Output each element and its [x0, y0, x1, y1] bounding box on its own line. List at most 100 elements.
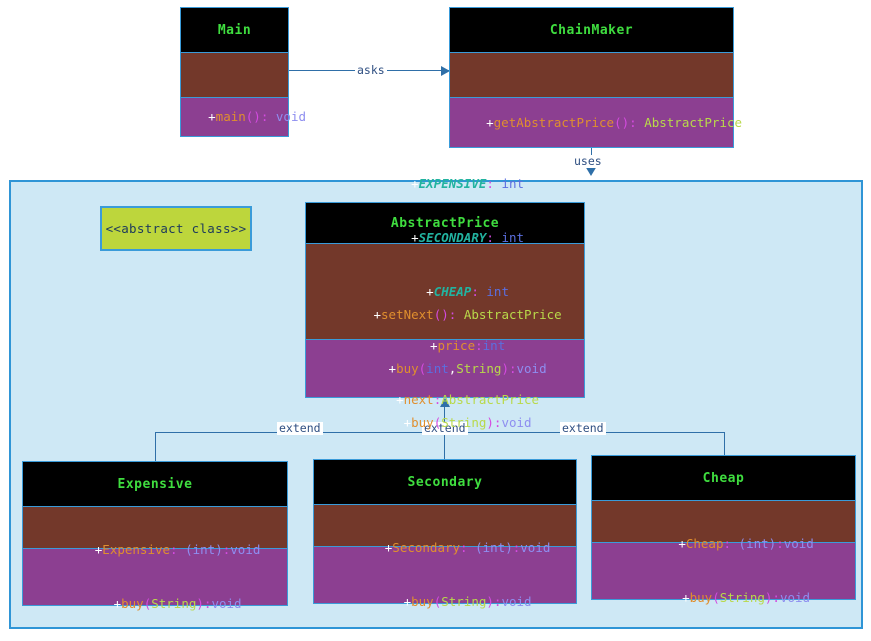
class-title-cheap: Cheap — [592, 456, 855, 501]
attribute-type: int — [501, 229, 525, 245]
attribute-name: EXPENSIVE — [418, 175, 487, 191]
operation-name: Cheap — [685, 536, 724, 551]
operation-name: buy — [411, 414, 434, 430]
class-name-chainmaker: ChainMaker — [549, 22, 634, 38]
param-type-string: String — [441, 414, 487, 430]
operation-return-type: void — [783, 536, 814, 551]
operation-row: +Cheap: (int):void — [633, 517, 814, 571]
operation-separator: : — [170, 542, 186, 557]
operation-name: main — [215, 109, 246, 124]
class-box-cheap[interactable]: Cheap +Cheap: (int):void +buy(String):vo… — [591, 455, 856, 605]
operation-separator: : — [460, 540, 476, 555]
params-close: ) — [486, 594, 494, 609]
operation-name: buy — [121, 596, 144, 611]
class-title-main: Main — [181, 8, 288, 53]
visibility-marker: + — [682, 590, 690, 605]
operation-separator: : — [448, 306, 464, 322]
class-box-expensive[interactable]: Expensive +Expensive: (int):void +buy(St… — [22, 461, 288, 611]
operation-name: Expensive — [102, 542, 171, 557]
visibility-marker: + — [388, 360, 397, 376]
class-box-main[interactable]: Main +main(): void — [180, 7, 306, 137]
params-close: ) — [486, 414, 494, 430]
operation-separator: : — [508, 360, 517, 376]
class-title-secondary: Secondary — [314, 460, 576, 505]
param-type-string: String — [456, 360, 502, 376]
operation-separator: : — [772, 590, 780, 605]
param-type-string: String — [719, 590, 765, 605]
operation-row: +getAbstractPrice(): AbstractPrice — [441, 96, 742, 150]
operation-row: +buy(String):void — [358, 396, 532, 450]
operation-params: (int) — [185, 542, 223, 557]
connector-extend-left-label: extend — [277, 421, 323, 435]
operation-params: (int) — [738, 536, 777, 551]
operation-return-type: void — [520, 540, 551, 555]
params-open: ( — [712, 590, 720, 605]
visibility-marker: + — [113, 596, 122, 611]
operation-name: buy — [411, 594, 434, 609]
operation-return-type: void — [275, 109, 307, 124]
visibility-marker: + — [486, 114, 494, 130]
attribute-name: SECONDARY — [418, 229, 487, 245]
visibility-marker: + — [403, 414, 412, 430]
operation-name: buy — [689, 590, 713, 605]
connector-extend-right-drop — [724, 432, 725, 457]
params-close: ) — [196, 596, 204, 611]
operation-row: +buy(String):void — [637, 571, 810, 625]
abstract-class-legend: <<abstract class>> — [100, 206, 252, 251]
operation-return-type: AbstractPrice — [644, 114, 743, 130]
operation-params: () — [245, 109, 261, 124]
operation-separator: : — [723, 536, 739, 551]
operation-separator: : — [629, 114, 645, 130]
visibility-marker: + — [403, 594, 412, 609]
operation-name: getAbstractPrice — [493, 114, 615, 130]
class-operations-chainmaker: +getAbstractPrice(): AbstractPrice — [450, 98, 742, 147]
operation-name: setNext — [381, 306, 434, 322]
operation-return-type: void — [516, 360, 547, 376]
class-title-chainmaker: ChainMaker — [450, 8, 733, 53]
operation-row: +buy(String):void — [68, 577, 242, 631]
operation-return-type: void — [779, 590, 811, 605]
operation-row: +Expensive: (int):void — [50, 523, 261, 577]
connector-extend-left-drop — [155, 432, 156, 462]
visibility-marker: + — [373, 306, 382, 322]
operation-separator: : — [260, 109, 276, 124]
operation-row: +main(): void — [163, 90, 306, 144]
operation-row: +Secondary: (int):void — [340, 521, 551, 575]
operation-return-type: void — [211, 596, 242, 611]
class-operations-main: +main(): void — [181, 98, 306, 136]
class-box-abstractprice[interactable]: AbstractPrice +EXPENSIVE: int +SECONDARY… — [305, 176, 585, 430]
operation-tail-separator: : — [776, 536, 784, 551]
class-operations-secondary: +Secondary: (int):void +buy(String):void — [314, 540, 576, 609]
operation-params: () — [614, 114, 630, 130]
class-name-cheap: Cheap — [702, 470, 745, 486]
class-name-main: Main — [217, 22, 252, 38]
class-name-expensive: Expensive — [117, 476, 193, 492]
visibility-marker: + — [208, 109, 216, 124]
class-box-secondary[interactable]: Secondary +Secondary: (int):void +buy(St… — [313, 459, 577, 609]
param-type-string: String — [441, 594, 487, 609]
class-name-secondary: Secondary — [407, 474, 483, 490]
operation-params: (int) — [475, 540, 513, 555]
operation-row: +buy(String):void — [358, 575, 532, 629]
param-type-int: int — [426, 360, 449, 376]
operation-name: buy — [396, 360, 419, 376]
class-title-expensive: Expensive — [23, 462, 287, 507]
class-box-chainmaker[interactable]: ChainMaker +getAbstractPrice(): Abstract… — [449, 7, 742, 148]
operation-return-type: void — [230, 542, 261, 557]
class-operations-cheap: +Cheap: (int):void +buy(String):void — [592, 536, 855, 605]
visibility-marker: + — [678, 536, 686, 551]
attribute-type: int — [501, 175, 525, 191]
param-type-string: String — [151, 596, 197, 611]
class-operations-expensive: +Expensive: (int):void +buy(String):void — [23, 542, 287, 611]
operation-return-type: AbstractPrice — [463, 306, 562, 322]
connector-uses-label: uses — [572, 154, 604, 168]
params-close: ) — [501, 360, 509, 376]
visibility-marker: + — [411, 229, 419, 245]
attribute-separator: : — [486, 175, 502, 191]
operation-name: Secondary — [392, 540, 461, 555]
connector-extend-right-label: extend — [560, 421, 606, 435]
operation-params: () — [433, 306, 449, 322]
attribute-separator: : — [486, 229, 502, 245]
connector-asks-label: asks — [355, 63, 387, 77]
class-attributes-chainmaker — [450, 53, 733, 98]
